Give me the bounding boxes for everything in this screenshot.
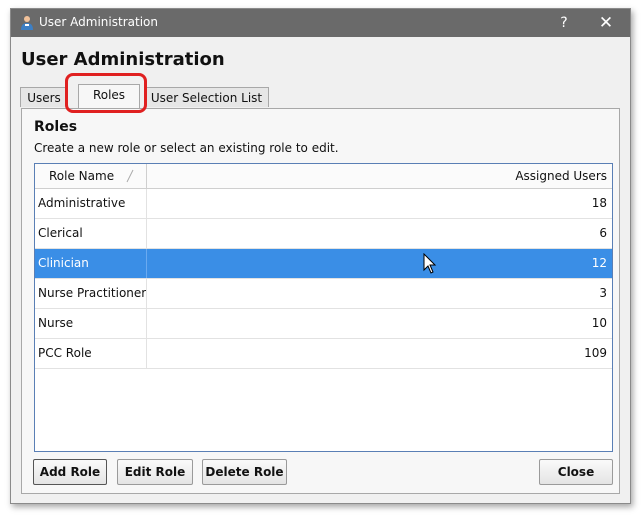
roles-tab-highlight bbox=[65, 73, 147, 113]
roles-panel: Roles Create a new role or select an exi… bbox=[21, 108, 620, 494]
column-header-label: Role Name bbox=[49, 169, 115, 183]
column-header-assigned-users[interactable]: Assigned Users bbox=[147, 164, 612, 188]
table-row-selected[interactable]: Clinician 12 bbox=[35, 249, 612, 279]
section-description: Create a new role or select an existing … bbox=[34, 141, 339, 155]
role-name-cell: Clinician bbox=[35, 249, 147, 278]
close-button[interactable]: Close bbox=[539, 459, 613, 485]
section-title: Roles bbox=[34, 119, 78, 135]
assigned-users-cell: 10 bbox=[591, 316, 607, 330]
sort-indicator-icon bbox=[126, 169, 134, 183]
table-row[interactable]: Nurse Practitioner 3 bbox=[35, 279, 612, 309]
role-name-cell: Administrative bbox=[35, 189, 147, 218]
title-bar[interactable]: User Administration ? ✕ bbox=[11, 9, 630, 37]
tab-user-selection-list[interactable]: User Selection List bbox=[144, 87, 269, 107]
assigned-users-cell: 12 bbox=[591, 256, 607, 270]
tab-users[interactable]: Users bbox=[20, 87, 68, 107]
edit-role-button[interactable]: Edit Role bbox=[117, 459, 193, 485]
assigned-users-cell: 3 bbox=[599, 286, 607, 300]
role-name-cell: Nurse bbox=[35, 309, 147, 338]
role-name-cell: PCC Role bbox=[35, 339, 147, 368]
assigned-users-cell: 6 bbox=[599, 226, 607, 240]
user-admin-icon bbox=[21, 16, 33, 30]
mouse-cursor-icon bbox=[423, 253, 437, 274]
table-row[interactable]: Administrative 18 bbox=[35, 189, 612, 219]
help-button[interactable]: ? bbox=[544, 9, 584, 37]
delete-role-button[interactable]: Delete Role bbox=[202, 459, 287, 485]
window-title: User Administration bbox=[39, 15, 158, 29]
roles-table[interactable]: Role Name Assigned Users Administrative … bbox=[34, 163, 613, 452]
assigned-users-cell: 109 bbox=[584, 346, 607, 360]
role-name-cell: Clerical bbox=[35, 219, 147, 248]
table-row[interactable]: Nurse 10 bbox=[35, 309, 612, 339]
window-close-button[interactable]: ✕ bbox=[586, 9, 626, 37]
table-row[interactable]: Clerical 6 bbox=[35, 219, 612, 249]
table-row[interactable]: PCC Role 109 bbox=[35, 339, 612, 369]
page-title: User Administration bbox=[21, 49, 225, 70]
assigned-users-cell: 18 bbox=[591, 196, 607, 210]
add-role-button[interactable]: Add Role bbox=[33, 459, 107, 485]
column-header-role-name[interactable]: Role Name bbox=[35, 164, 147, 188]
role-name-cell: Nurse Practitioner bbox=[35, 279, 147, 308]
table-header: Role Name Assigned Users bbox=[35, 164, 612, 189]
user-administration-window: User Administration ? ✕ User Administrat… bbox=[10, 8, 631, 504]
